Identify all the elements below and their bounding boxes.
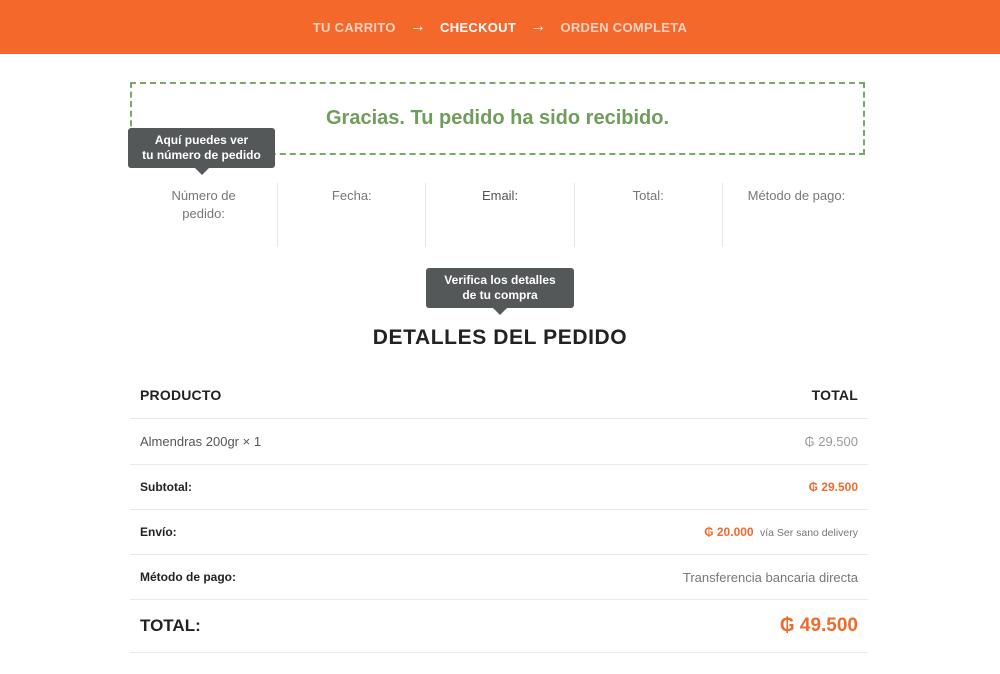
tooltip-line: Verifica los detalles xyxy=(444,273,556,287)
arrow-right-icon: → xyxy=(530,18,547,35)
tooltip-line: de tu compra xyxy=(462,288,538,302)
total-label: Total: xyxy=(632,188,664,203)
order-overview: Número de pedido: Fecha: Email: Total: M… xyxy=(130,183,870,247)
product-price: ₲ 29.500 xyxy=(804,434,859,449)
payment-method-row: Método de pago: Transferencia bancaria d… xyxy=(130,555,868,600)
column-header-total: TOTAL xyxy=(811,387,858,403)
shipping-value: ₲ 20.000 xyxy=(704,525,754,539)
payment-method-label: Método de pago: xyxy=(747,188,846,203)
product-cell: Almendras 200gr × 1 xyxy=(140,434,261,449)
overview-date: Fecha: xyxy=(277,183,425,247)
step-cart-link[interactable]: TU CARRITO xyxy=(313,20,396,35)
tooltip-line: Aquí puedes ver xyxy=(154,133,249,147)
tooltip-line: tu número de pedido xyxy=(142,148,261,162)
checkout-progress-bar: TU CARRITO → CHECKOUT → ORDEN COMPLETA xyxy=(0,0,1000,54)
step-order-complete-link[interactable]: ORDEN COMPLETA xyxy=(560,20,687,35)
order-number-label: Número de pedido: xyxy=(171,188,236,221)
table-header-row: PRODUCTO TOTAL xyxy=(130,372,868,419)
arrow-right-icon: → xyxy=(409,18,427,35)
order-total-label: TOTAL: xyxy=(140,616,201,635)
product-name-link[interactable]: Almendras 200gr xyxy=(140,434,239,449)
subtotal-value: ₲ 29.500 xyxy=(808,480,858,494)
details-tooltip: Verifica los detalles de tu compra xyxy=(426,268,574,315)
column-header-product: PRODUCTO xyxy=(140,387,222,403)
shipping-cell: ₲ 20.000 vía Ser sano delivery xyxy=(704,525,858,539)
shipping-row: Envío: ₲ 20.000 vía Ser sano delivery xyxy=(130,510,868,555)
overview-email: Email: xyxy=(425,183,573,247)
subtotal-label: Subtotal: xyxy=(140,480,192,494)
order-total-value: ₲ 49.500 xyxy=(779,615,858,636)
shipping-method-note: vía Ser sano delivery xyxy=(759,527,858,539)
order-total-row: TOTAL: ₲ 49.500 xyxy=(130,600,868,653)
order-details-table: PRODUCTO TOTAL Almendras 200gr × 1 ₲ 29.… xyxy=(130,372,868,653)
overview-order-number: Número de pedido: xyxy=(130,183,277,247)
product-quantity: × 1 xyxy=(242,434,262,449)
order-number-tooltip: Aquí puedes ver tu número de pedido xyxy=(128,128,275,175)
email-label: Email: xyxy=(481,188,519,203)
subtotal-row: Subtotal: ₲ 29.500 xyxy=(130,465,868,510)
payment-method-value: Transferencia bancaria directa xyxy=(682,569,858,585)
overview-total: Total: xyxy=(573,183,722,247)
shipping-label: Envío: xyxy=(140,525,177,539)
date-label: Fecha: xyxy=(331,188,372,203)
step-checkout-link[interactable]: CHECKOUT xyxy=(440,20,516,35)
order-received-text: Gracias. Tu pedido ha sido recibido. xyxy=(325,107,670,129)
payment-method-row-label: Método de pago: xyxy=(140,570,236,584)
overview-payment-method: Método de pago: xyxy=(721,183,870,247)
order-details-title: DETALLES DEL PEDIDO xyxy=(372,326,628,349)
table-row: Almendras 200gr × 1 ₲ 29.500 xyxy=(130,419,868,465)
